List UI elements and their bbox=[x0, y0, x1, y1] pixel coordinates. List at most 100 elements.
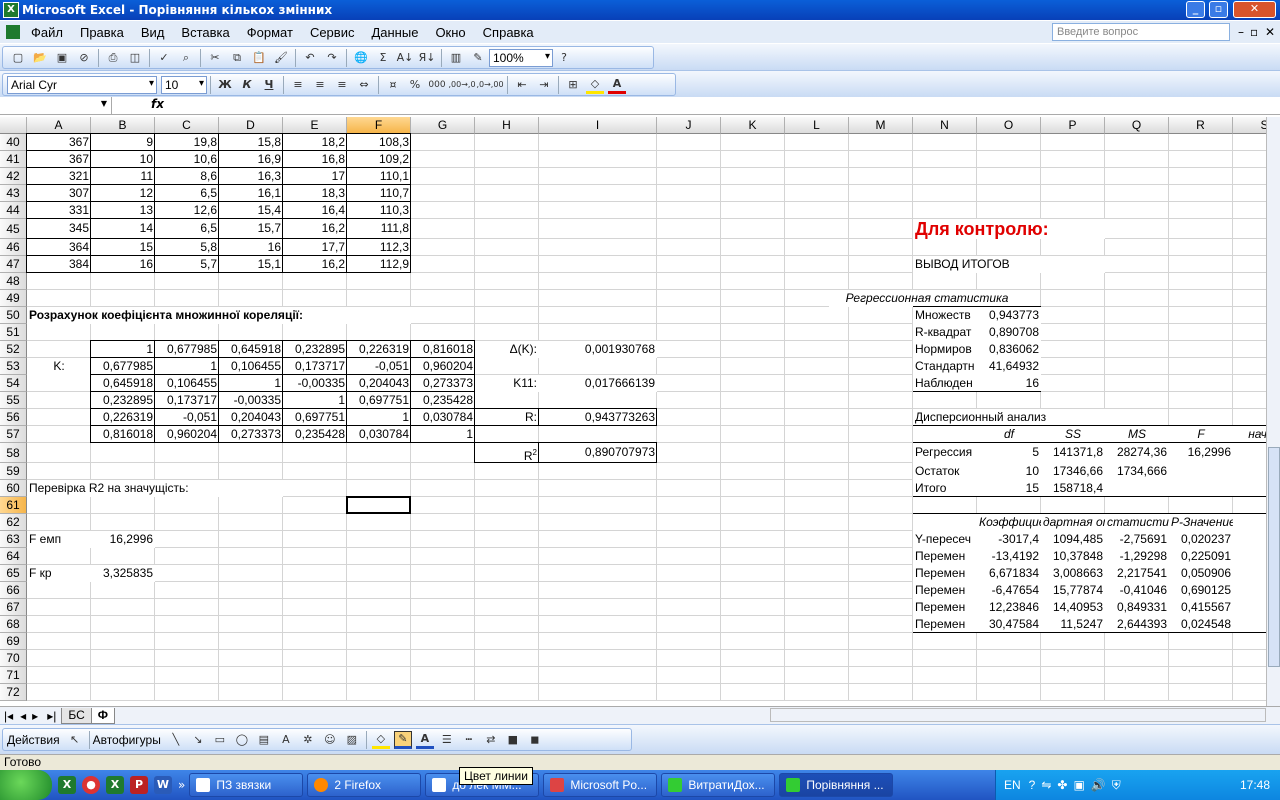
row-header[interactable]: 41 bbox=[0, 151, 27, 168]
permission-icon[interactable]: ⊘ bbox=[75, 49, 93, 67]
column-header[interactable]: L bbox=[785, 117, 849, 134]
matrix-cell[interactable]: 0,816018 bbox=[411, 341, 475, 358]
matrix-cell[interactable]: 1 bbox=[219, 375, 283, 392]
matrix-cell[interactable]: 1 bbox=[411, 426, 475, 443]
undo-icon[interactable]: ↶ bbox=[301, 49, 319, 67]
data-cell[interactable]: 16 bbox=[219, 239, 283, 256]
coef-cell[interactable]: -1,29298 bbox=[1105, 548, 1169, 565]
f-kr-value[interactable]: 3,325835 bbox=[91, 565, 155, 582]
start-button[interactable] bbox=[0, 770, 52, 800]
f-kr-label[interactable]: F кр bbox=[27, 565, 91, 582]
fill-color-icon[interactable]: ◇ bbox=[586, 76, 604, 94]
row-header[interactable]: 42 bbox=[0, 168, 27, 185]
column-header[interactable]: R bbox=[1169, 117, 1233, 134]
row-header[interactable]: 72 bbox=[0, 684, 27, 701]
matrix-cell[interactable]: 0,030784 bbox=[411, 409, 475, 426]
coef-cell[interactable]: 4,79 bbox=[1233, 616, 1266, 633]
coef-cell[interactable]: 0,415567 bbox=[1169, 599, 1233, 616]
task-porivnyannya[interactable]: Порівняння ... bbox=[779, 773, 894, 797]
data-cell[interactable]: 15,8 bbox=[219, 134, 283, 151]
print-preview-icon[interactable]: ◫ bbox=[126, 49, 144, 67]
row-header[interactable]: 46 bbox=[0, 239, 27, 256]
excel2-quick-icon[interactable]: X bbox=[106, 776, 124, 794]
regstat-label[interactable]: Множеств bbox=[913, 307, 977, 324]
actions-menu[interactable]: Действия bbox=[7, 733, 60, 747]
clipart-icon[interactable]: ☺ bbox=[321, 731, 339, 749]
delta-label[interactable]: Δ(K): bbox=[475, 341, 539, 358]
doc-minimize-button[interactable]: – bbox=[1238, 25, 1244, 39]
column-header[interactable]: F bbox=[347, 117, 411, 134]
matrix-cell[interactable]: 0,226319 bbox=[91, 409, 155, 426]
decrease-decimal-button[interactable]: ,0→,00 bbox=[476, 76, 503, 94]
anova-cell[interactable] bbox=[1233, 480, 1266, 497]
diagram-icon[interactable]: ✲ bbox=[299, 731, 317, 749]
anova-cell[interactable]: 1734,666 bbox=[1105, 463, 1169, 480]
coef-cell[interactable]: -3017,4 bbox=[977, 531, 1041, 548]
bold-button[interactable]: Ж bbox=[216, 76, 234, 94]
font-color-draw-icon[interactable]: A bbox=[415, 731, 434, 749]
row-header[interactable]: 59 bbox=[0, 463, 27, 480]
coef-cell[interactable]: 14,40953 bbox=[1041, 599, 1105, 616]
coef-cell[interactable]: 10,37848 bbox=[1041, 548, 1105, 565]
coef-cell[interactable]: 2,644393 bbox=[1105, 616, 1169, 633]
coef-cell[interactable]: -1 bbox=[1233, 599, 1266, 616]
anova-header[interactable]: начим bbox=[1233, 426, 1266, 443]
row-header[interactable]: 69 bbox=[0, 633, 27, 650]
arrow-style-icon[interactable]: ⇄ bbox=[482, 731, 500, 749]
coef-cell[interactable]: Перемен bbox=[913, 616, 977, 633]
anova-header[interactable]: MS bbox=[1105, 426, 1169, 443]
sheet-tab-f[interactable]: Ф bbox=[90, 707, 115, 724]
r-value[interactable]: 0,943773263 bbox=[539, 409, 657, 426]
matrix-cell[interactable]: 0,960204 bbox=[411, 358, 475, 375]
task-firefox[interactable]: 2 Firefox bbox=[307, 773, 422, 797]
data-cell[interactable]: 16,2 bbox=[283, 256, 347, 273]
matrix-cell[interactable]: 0,235428 bbox=[411, 392, 475, 409]
column-header[interactable]: G bbox=[411, 117, 475, 134]
close-button[interactable]: ✕ bbox=[1233, 1, 1276, 18]
tray-app-icon[interactable]: ▣ bbox=[1073, 778, 1084, 792]
f-emp-value[interactable]: 16,2996 bbox=[91, 531, 155, 548]
data-cell[interactable]: 364 bbox=[27, 239, 91, 256]
clover-icon[interactable]: ✤ bbox=[1057, 778, 1067, 792]
data-cell[interactable]: 307 bbox=[27, 185, 91, 202]
anova-cell[interactable]: 15 bbox=[977, 480, 1041, 497]
menu-window[interactable]: Окно bbox=[429, 25, 471, 40]
coef-header[interactable] bbox=[913, 514, 977, 531]
regstat-value[interactable]: 41,64932 bbox=[977, 358, 1041, 375]
anova-cell[interactable]: 17346,66 bbox=[1041, 463, 1105, 480]
matrix-cell[interactable]: 0,226319 bbox=[347, 341, 411, 358]
matrix-cell[interactable]: 1 bbox=[91, 341, 155, 358]
data-cell[interactable]: 16,2 bbox=[283, 219, 347, 239]
k-label[interactable]: K: bbox=[27, 358, 91, 375]
matrix-cell[interactable]: 0,816018 bbox=[91, 426, 155, 443]
data-cell[interactable]: 109,2 bbox=[347, 151, 411, 168]
volume-icon[interactable]: 🔊 bbox=[1091, 778, 1106, 792]
matrix-cell[interactable]: 0,106455 bbox=[155, 375, 219, 392]
coef-cell[interactable]: -54 bbox=[1233, 531, 1266, 548]
coef-cell[interactable]: -41 bbox=[1233, 582, 1266, 599]
hyperlink-icon[interactable]: 🌐 bbox=[352, 49, 370, 67]
data-cell[interactable]: 321 bbox=[27, 168, 91, 185]
last-sheet-icon[interactable]: ▸| bbox=[41, 709, 62, 723]
help-tray-icon[interactable]: ? bbox=[1029, 778, 1036, 792]
row-header[interactable]: 68 bbox=[0, 616, 27, 633]
data-cell[interactable]: 15 bbox=[91, 239, 155, 256]
anova-cell[interactable]: 141371,8 bbox=[1041, 443, 1105, 463]
data-cell[interactable]: 12 bbox=[91, 185, 155, 202]
row-header[interactable]: 70 bbox=[0, 650, 27, 667]
coef-cell[interactable]: 0,024548 bbox=[1169, 616, 1233, 633]
row-header[interactable]: 57 bbox=[0, 426, 27, 443]
data-cell[interactable]: 345 bbox=[27, 219, 91, 239]
regstat-title[interactable]: Регрессионная статистика bbox=[829, 290, 1025, 307]
anova-cell[interactable]: 10 bbox=[977, 463, 1041, 480]
ask-question-input[interactable]: Введите вопрос bbox=[1052, 23, 1230, 41]
anova-cell[interactable] bbox=[1233, 463, 1266, 480]
row-header[interactable]: 62 bbox=[0, 514, 27, 531]
doc-restore-button[interactable]: ▫ bbox=[1250, 25, 1258, 39]
align-right-icon[interactable]: ≡ bbox=[333, 76, 351, 94]
name-box[interactable] bbox=[0, 97, 112, 114]
data-cell[interactable]: 367 bbox=[27, 134, 91, 151]
coef-cell[interactable]: 0,020237 bbox=[1169, 531, 1233, 548]
regstat-value[interactable]: 16 bbox=[977, 375, 1041, 392]
matrix-cell[interactable]: 0,645918 bbox=[219, 341, 283, 358]
